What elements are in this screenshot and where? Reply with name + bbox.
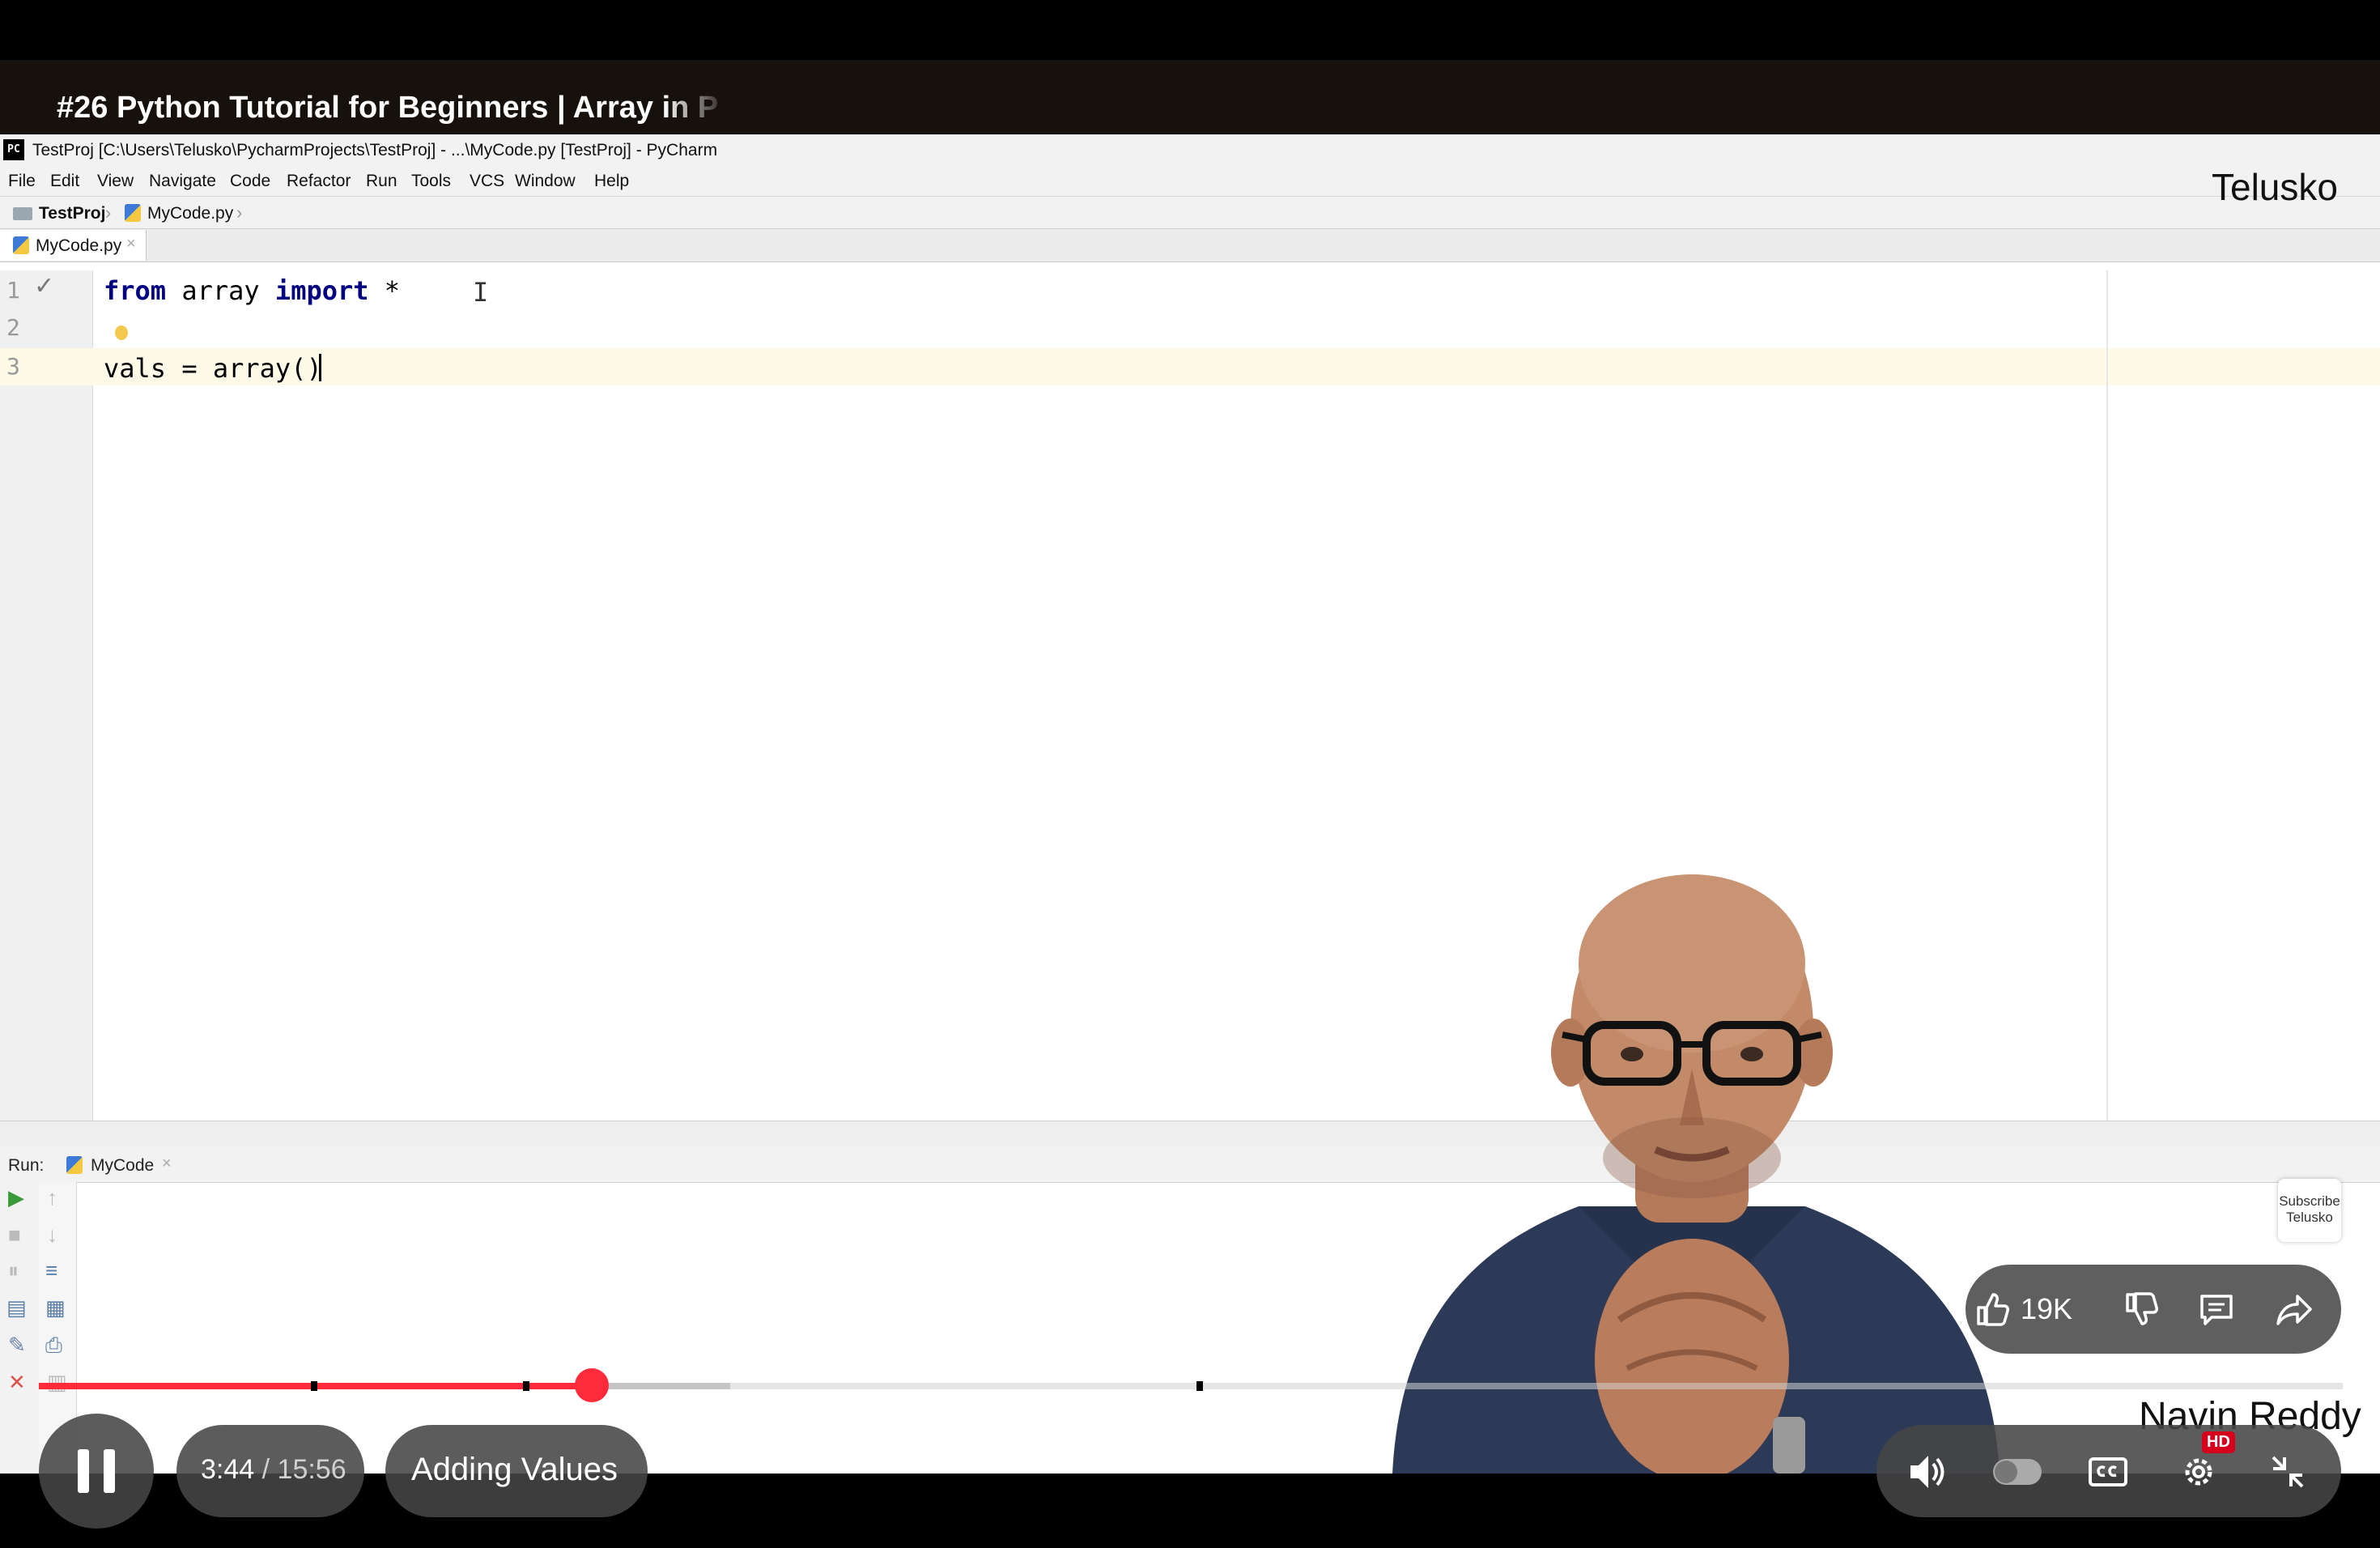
editor-right-margin	[2106, 270, 2108, 1121]
keyword-import: import	[274, 275, 369, 306]
chapter-marker	[523, 1381, 529, 1391]
captions-button[interactable]	[2087, 1451, 2129, 1497]
ide-window-title: TestProj [C:\Users\Telusko\PycharmProjec…	[32, 141, 718, 159]
scrubber-handle[interactable]	[575, 1368, 610, 1402]
captions-icon	[2089, 1457, 2127, 1486]
comment-icon	[2200, 1295, 2233, 1325]
chapter-title: Adding Values	[411, 1452, 618, 1487]
code-line-3[interactable]: vals = array()	[104, 353, 322, 384]
editor-gutter	[0, 270, 93, 1121]
subscribe-channel: Telusko	[2286, 1210, 2333, 1225]
volume-button[interactable]	[1906, 1451, 1948, 1497]
breadcrumb-file[interactable]: MyCode.py	[147, 204, 233, 223]
time-text: 3:44 / 15:56	[201, 1454, 346, 1486]
menu-edit[interactable]: Edit	[50, 172, 79, 191]
run-tab-mycode[interactable]: MyCode	[91, 1156, 154, 1176]
video-title[interactable]: #26 Python Tutorial for Beginners | Arra…	[57, 91, 720, 125]
python-file-icon	[13, 236, 29, 254]
menu-run[interactable]: Run	[366, 172, 397, 191]
menu-view[interactable]: View	[97, 172, 134, 191]
time-current: 3:44	[201, 1454, 255, 1485]
volume-icon	[1910, 1456, 1944, 1488]
menu-tools[interactable]: Tools	[411, 172, 451, 191]
subscribe-badge[interactable]: Subscribe Telusko	[2278, 1179, 2341, 1242]
lightbulb-icon[interactable]	[115, 325, 128, 340]
ide-menubar	[0, 167, 2380, 196]
soft-wrap-icon[interactable]: ≡	[45, 1260, 57, 1281]
channel-watermark: Telusko	[2212, 166, 2338, 208]
menu-file[interactable]: File	[8, 172, 36, 191]
chapter-marker	[1196, 1381, 1203, 1391]
python-file-icon	[66, 1156, 83, 1174]
tab-label: MyCode.py	[36, 236, 122, 255]
exit-fullscreen-icon	[2272, 1456, 2304, 1488]
import-star: *	[368, 275, 401, 306]
pause-button[interactable]	[39, 1414, 154, 1529]
hd-badge: HD	[2202, 1431, 2235, 1453]
like-icon	[1977, 1293, 2009, 1326]
settings-button[interactable]	[2178, 1451, 2220, 1497]
stop-icon[interactable]: ■	[8, 1224, 21, 1245]
comments-button[interactable]	[2197, 1289, 2236, 1329]
current-line-highlight	[92, 348, 2380, 385]
layout-icon[interactable]: ▤	[6, 1297, 27, 1318]
run-label: Run:	[8, 1156, 45, 1175]
text-cursor-icon: I	[473, 277, 489, 308]
dislike-button[interactable]	[2121, 1289, 2160, 1329]
menu-help[interactable]: Help	[594, 172, 629, 191]
arrow-up-icon[interactable]: ↑	[47, 1187, 57, 1208]
top-black-bar	[0, 0, 2380, 60]
close-icon[interactable]: ×	[162, 1155, 172, 1173]
time-separator: /	[254, 1454, 278, 1485]
scroll-to-end-icon[interactable]: ▦	[45, 1297, 66, 1318]
breadcrumb-project[interactable]: TestProj	[39, 204, 105, 223]
pycharm-logo-icon: PC	[3, 139, 24, 160]
exit-fullscreen-button[interactable]	[2267, 1451, 2309, 1497]
menu-window[interactable]: Window	[515, 172, 576, 191]
trash-icon[interactable]: ▥	[47, 1372, 67, 1393]
code-line-1[interactable]: from array import *	[104, 275, 400, 306]
rerun-icon[interactable]: ▶	[8, 1187, 24, 1208]
like-button[interactable]: 19K	[1972, 1289, 2072, 1329]
print-icon[interactable]: ⎙	[45, 1334, 62, 1355]
subscribe-label: Subscribe	[2279, 1193, 2340, 1209]
dislike-icon	[2126, 1292, 2158, 1325]
toggle-knob	[1995, 1461, 2017, 1483]
module-name: array	[166, 275, 275, 306]
pin-icon[interactable]: ✎	[8, 1334, 26, 1355]
menu-vcs[interactable]: VCS	[470, 172, 504, 191]
keyword-from: from	[104, 275, 167, 306]
line-number: 2	[6, 314, 20, 341]
tab-mycode[interactable]: MyCode.py ×	[0, 230, 147, 261]
menu-code[interactable]: Code	[230, 172, 270, 191]
breadcrumb-separator-icon: ›	[105, 202, 112, 223]
share-icon	[2276, 1295, 2312, 1325]
settings-icon	[2185, 1458, 2212, 1486]
line-number: 1	[6, 277, 20, 304]
close-run-icon[interactable]: ✕	[8, 1372, 26, 1393]
pause-icon	[78, 1449, 115, 1493]
menu-refactor[interactable]: Refactor	[287, 172, 351, 191]
close-icon[interactable]: ×	[126, 235, 136, 253]
time-total: 15:56	[277, 1454, 346, 1485]
menu-navigate[interactable]: Navigate	[149, 172, 216, 191]
chapter-marker	[311, 1381, 317, 1391]
text-caret	[319, 354, 321, 381]
breadcrumb	[0, 196, 2380, 229]
run-panel-header	[0, 1146, 2380, 1183]
editor-tab-bar	[0, 228, 2380, 262]
autoplay-toggle[interactable]	[1993, 1459, 2042, 1485]
title-fade	[664, 81, 729, 134]
folder-icon	[13, 207, 32, 220]
like-count: 19K	[2021, 1292, 2073, 1325]
checkmark-icon: ✓	[34, 273, 55, 300]
panel-splitter[interactable]	[0, 1121, 2380, 1147]
arrow-down-icon[interactable]: ↓	[47, 1224, 57, 1245]
breadcrumb-separator-icon: ›	[236, 202, 243, 223]
share-button[interactable]	[2275, 1289, 2314, 1329]
pause-output-icon[interactable]: ⏸	[8, 1260, 19, 1281]
line-number: 3	[6, 353, 20, 380]
python-file-icon	[125, 204, 141, 222]
